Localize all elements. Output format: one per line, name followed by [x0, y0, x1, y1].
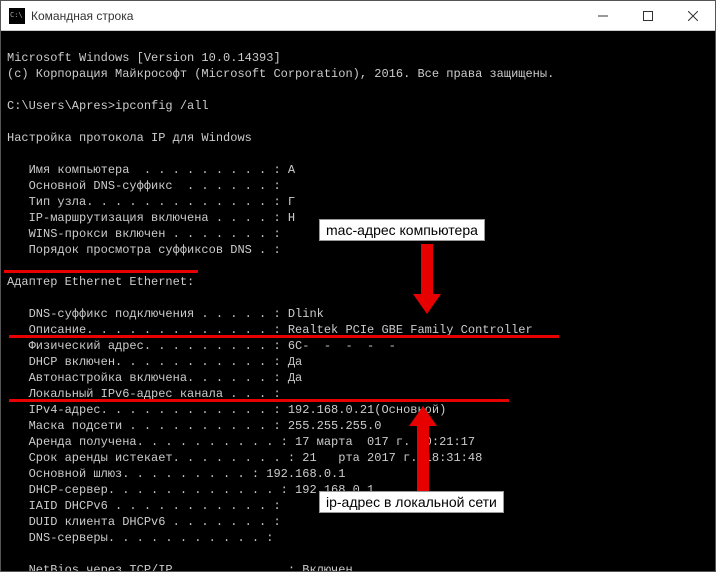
output-line: Автонастройка включена. . . . . . : Да: [7, 371, 302, 385]
output-line: Microsoft Windows [Version 10.0.14393]: [7, 51, 281, 65]
annotation-mac-label: mac-адрес компьютера: [319, 219, 485, 241]
output-line: Основной шлюз. . . . . . . . . : 192.168…: [7, 467, 345, 481]
output-line: Порядок просмотра суффиксов DNS . :: [7, 243, 281, 257]
minimize-button[interactable]: [580, 1, 625, 31]
output-line: (с) Корпорация Майкрософт (Microsoft Cor…: [7, 67, 554, 81]
maximize-button[interactable]: [625, 1, 670, 31]
close-button[interactable]: [670, 1, 715, 31]
output-line: DHCP включен. . . . . . . . . . . : Да: [7, 355, 302, 369]
output-line: WINS-прокси включен . . . . . . . :: [7, 227, 281, 241]
command-prompt-window: Командная строка Microsoft Windows [Vers…: [0, 0, 716, 572]
output-line: Тип узла. . . . . . . . . . . . . : Г: [7, 195, 295, 209]
window-controls: [580, 1, 715, 30]
output-line: Физический адрес. . . . . . . . . : 6C- …: [7, 339, 410, 353]
output-line: Аренда получена. . . . . . . . . . : 17 …: [7, 435, 475, 449]
output-line: IP-маршрутизация включена . . . . : Н: [7, 211, 295, 225]
output-line: Маска подсети . . . . . . . . . . : 255.…: [7, 419, 381, 433]
output-line: DUID клиента DHCPv6 . . . . . . . :: [7, 515, 281, 529]
window-title: Командная строка: [31, 9, 580, 23]
titlebar: Командная строка: [1, 1, 715, 31]
output-line: Настройка протокола IP для Windows: [7, 131, 252, 145]
annotation-underline-mac: [9, 335, 559, 338]
output-line: IAID DHCPv6 . . . . . . . . . . . :: [7, 499, 281, 513]
cmd-icon: [9, 8, 25, 24]
output-line: Основной DNS-суффикс . . . . . . :: [7, 179, 281, 193]
prompt-line: C:\Users\Apres>ipconfig /all: [7, 99, 209, 113]
annotation-underline-ipv4: [9, 399, 509, 402]
output-line: DNS-серверы. . . . . . . . . . . :: [7, 531, 273, 545]
output-line: NetBios через TCP/IP. . . . . . . . : Вк…: [7, 563, 353, 571]
output-line: Срок аренды истекает. . . . . . . . : 21…: [7, 451, 482, 465]
output-line: IPv4-адрес. . . . . . . . . . . . : 192.…: [7, 403, 446, 417]
terminal-output[interactable]: Microsoft Windows [Version 10.0.14393] (…: [1, 31, 715, 571]
output-line: Адаптер Ethernet Ethernet:: [7, 275, 194, 289]
output-line: Имя компьютера . . . . . . . . . : A: [7, 163, 295, 177]
annotation-underline-adapter: [4, 270, 198, 273]
output-line: DHCP-сервер. . . . . . . . . . . . : 192…: [7, 483, 374, 497]
annotation-arrow-down: [421, 244, 464, 308]
output-line: DNS-суффикс подключения . . . . . : Dlin…: [7, 307, 324, 321]
